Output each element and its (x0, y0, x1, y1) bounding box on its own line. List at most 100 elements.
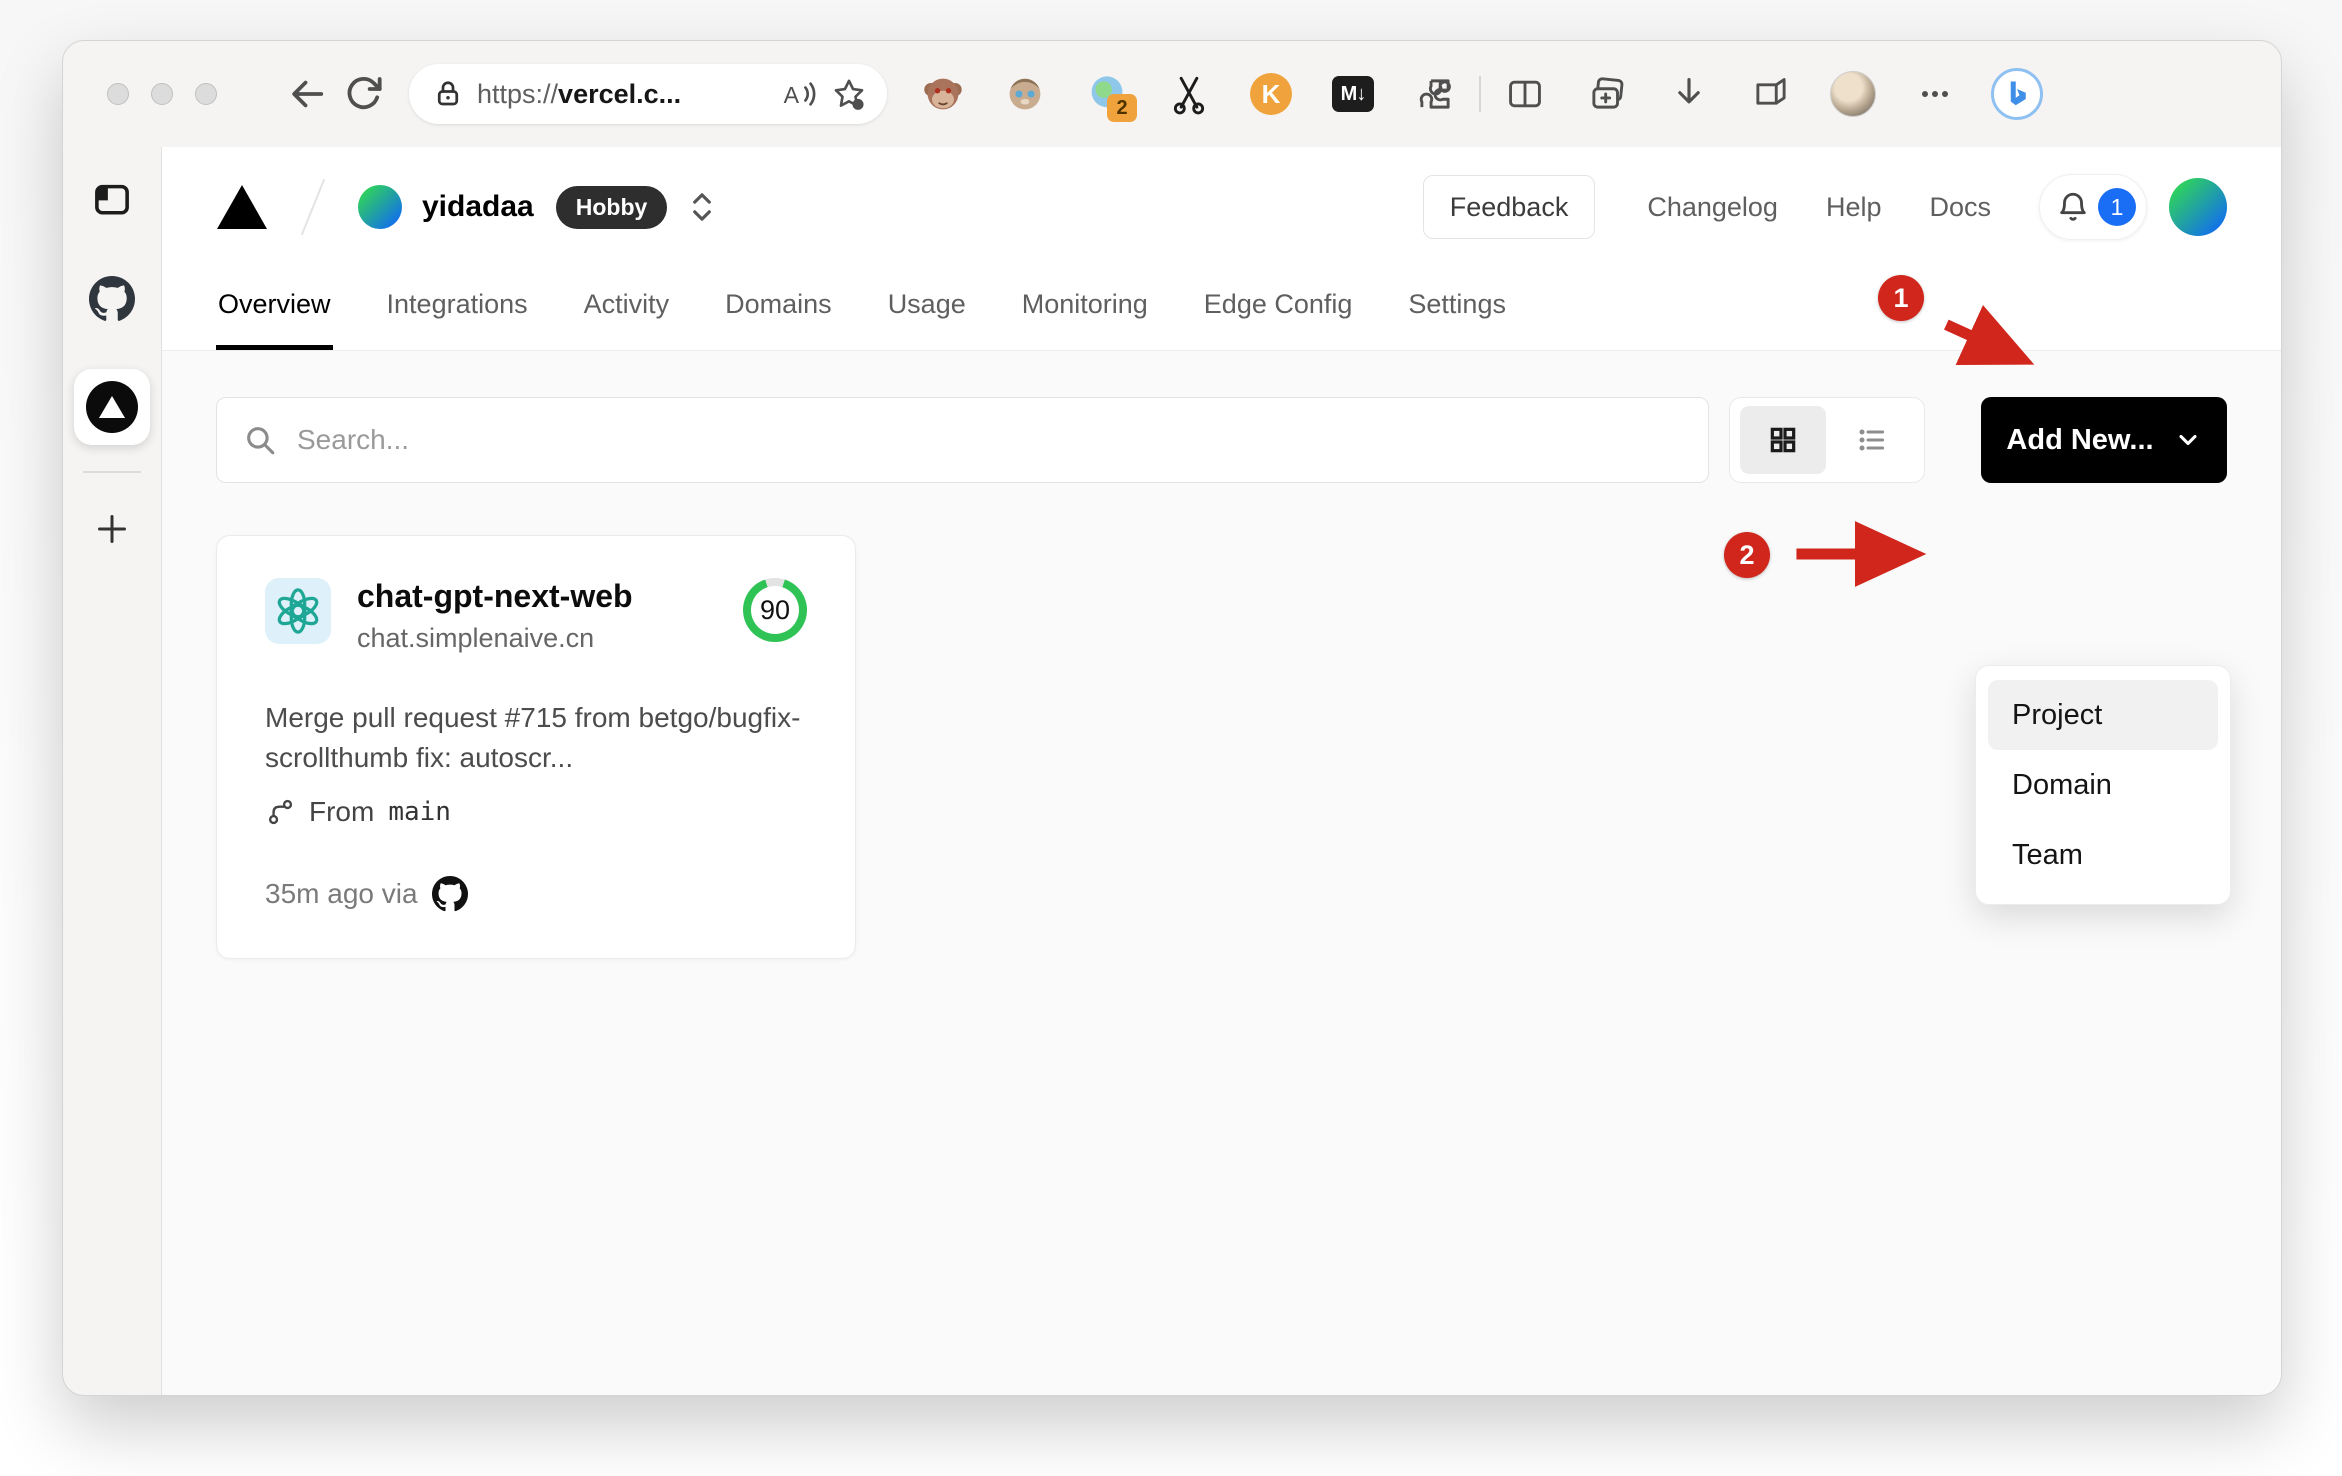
tab-domains[interactable]: Domains (723, 267, 834, 350)
browser-toolbar: https://vercel.c... A 2 K M↓ (63, 41, 2281, 147)
team-avatar[interactable] (358, 185, 402, 229)
git-branch-icon (268, 799, 293, 824)
tab-monitoring[interactable]: Monitoring (1020, 267, 1150, 350)
extensions-menu-button[interactable] (1409, 68, 1461, 120)
tab-overview[interactable]: Overview (216, 267, 333, 350)
link-changelog[interactable]: Changelog (1647, 192, 1778, 223)
deployment-info: 35m ago via (265, 875, 807, 912)
downloads-button[interactable] (1663, 68, 1715, 120)
menu-item-team[interactable]: Team (1988, 820, 2218, 890)
tab-github[interactable] (82, 269, 142, 329)
profile-button[interactable] (1827, 68, 1879, 120)
vercel-dashboard-page: yidadaa Hobby Feedback Changelog Help Do… (161, 147, 2281, 1395)
overview-content: Add New... (162, 351, 2281, 1395)
collections-icon (1592, 77, 1624, 109)
team-name[interactable]: yidadaa (422, 190, 534, 224)
refresh-icon (347, 76, 382, 110)
project-logo (265, 578, 331, 644)
add-new-button[interactable]: Add New... (1981, 397, 2227, 483)
tab-panel-icon (95, 184, 129, 215)
browser-window: https://vercel.c... A 2 K M↓ yidadaa Hob… (62, 40, 2282, 1396)
read-aloud-icon[interactable]: A (781, 77, 817, 111)
markdown-download-icon: M↓ (1332, 76, 1374, 112)
split-screen-icon (1509, 80, 1541, 108)
project-card[interactable]: chat-gpt-next-web chat.simplenaive.cn 90… (216, 535, 856, 959)
tab-usage[interactable]: Usage (886, 267, 968, 350)
bell-icon (2060, 192, 2086, 221)
grid-view-icon (1770, 427, 1795, 453)
menu-item-domain[interactable]: Domain (1988, 750, 2218, 820)
address-bar[interactable]: https://vercel.c... A (409, 64, 887, 124)
back-button[interactable] (279, 66, 335, 122)
url-host: vercel.c... (558, 78, 682, 109)
chevron-down-icon (2179, 434, 2197, 446)
settings-menu-button[interactable] (1909, 68, 1961, 120)
bing-chat-button[interactable] (1991, 68, 2043, 120)
puzzle-icon (1419, 79, 1451, 109)
proxy-extension-button[interactable]: 2 (1081, 68, 1137, 122)
face-extension-button[interactable] (999, 68, 1051, 120)
minimize-window-button[interactable] (151, 83, 173, 105)
dashboard-tabs: Overview Integrations Activity Domains U… (162, 267, 2281, 351)
project-name[interactable]: chat-gpt-next-web (357, 578, 743, 615)
user-avatar[interactable] (2169, 178, 2227, 236)
favorite-star-icon[interactable] (831, 76, 867, 112)
search-input[interactable] (297, 424, 1682, 456)
link-help[interactable]: Help (1826, 192, 1882, 223)
new-tab-button[interactable] (82, 499, 142, 559)
browser-essentials-button[interactable] (1745, 68, 1797, 120)
link-docs[interactable]: Docs (1929, 192, 1991, 223)
search-icon (247, 427, 275, 455)
refresh-button[interactable] (335, 66, 391, 122)
annotation-step-1-badge: 1 (1878, 275, 1924, 321)
branch-name[interactable]: main (388, 797, 451, 827)
tab-vercel-active[interactable] (74, 369, 150, 445)
toolbar-divider (1479, 76, 1481, 112)
browser-actions-row (1499, 68, 2043, 120)
github-tab-icon (89, 276, 135, 321)
kimi-extension-button[interactable]: K (1245, 68, 1297, 120)
bing-icon (1991, 68, 2043, 120)
notifications-button[interactable]: 1 (2039, 174, 2147, 240)
project-domain[interactable]: chat.simplenaive.cn (357, 623, 743, 654)
feedback-button[interactable]: Feedback (1422, 175, 1596, 239)
back-icon (292, 80, 324, 108)
list-view-icon (1858, 429, 1884, 451)
svg-text:A: A (784, 82, 800, 108)
markdown-download-extension-button[interactable]: M↓ (1327, 68, 1379, 120)
monkey-icon (924, 78, 962, 110)
lighthouse-score-ring[interactable]: 90 (743, 578, 807, 642)
tampermonkey-extension-button[interactable] (917, 68, 969, 120)
lighthouse-score-value: 90 (759, 594, 791, 625)
kimi-icon: K (1250, 73, 1292, 115)
grid-view-button[interactable] (1739, 406, 1826, 474)
tab-integrations[interactable]: Integrations (385, 267, 530, 350)
commit-message[interactable]: Merge pull request #715 from betgo/bugfi… (265, 698, 807, 778)
scissors-extension-button[interactable] (1163, 68, 1215, 120)
close-window-button[interactable] (107, 83, 129, 105)
plus-icon (98, 515, 126, 543)
lock-icon (437, 81, 459, 106)
sloth-face-icon (1009, 78, 1041, 110)
menu-item-project[interactable]: Project (1988, 680, 2218, 750)
ellipsis-icon (1922, 91, 1948, 97)
vertical-tabs-sidebar (63, 147, 161, 1395)
tab-panel-toggle-button[interactable] (82, 169, 142, 229)
view-toggle (1729, 397, 1925, 483)
plan-badge: Hobby (555, 185, 668, 229)
vercel-logo-icon[interactable] (216, 184, 268, 230)
proxy-badge: 2 (1107, 94, 1137, 122)
breadcrumb-slash (300, 178, 326, 236)
team-switcher-button[interactable] (689, 190, 715, 224)
tab-activity[interactable]: Activity (582, 267, 672, 350)
tab-settings[interactable]: Settings (1406, 267, 1508, 350)
github-source-icon (431, 875, 468, 911)
collections-button[interactable] (1581, 68, 1633, 120)
notification-count-badge: 1 (2098, 188, 2136, 226)
url-text[interactable]: https://vercel.c... (477, 79, 767, 110)
split-screen-button[interactable] (1499, 68, 1551, 120)
browser-essentials-icon (1756, 78, 1786, 105)
zoom-window-button[interactable] (195, 83, 217, 105)
tab-edge-config[interactable]: Edge Config (1202, 267, 1355, 350)
list-view-button[interactable] (1829, 406, 1915, 474)
